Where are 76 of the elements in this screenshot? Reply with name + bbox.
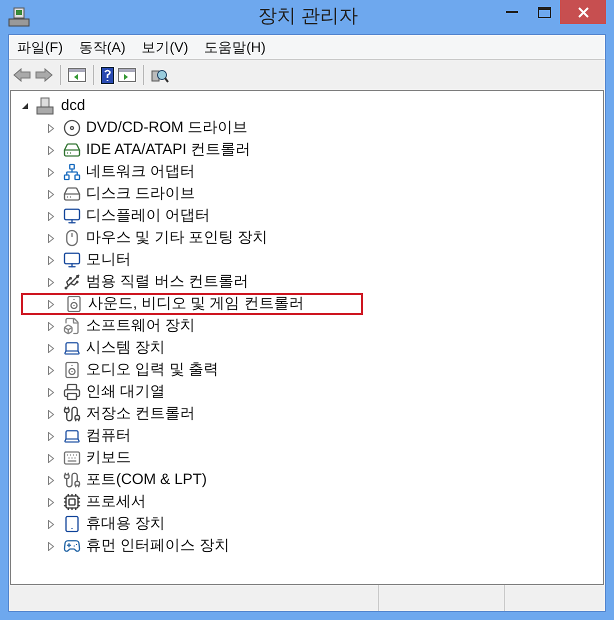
collapsed-arrow-icon[interactable] (47, 322, 55, 330)
collapsed-arrow-icon[interactable] (47, 366, 55, 374)
collapsed-arrow-icon[interactable] (47, 520, 55, 528)
speaker-icon (65, 295, 83, 313)
computer-icon[interactable] (8, 7, 30, 27)
tablet-icon (63, 515, 81, 533)
close-icon (578, 6, 588, 18)
collapsed-arrow-icon[interactable] (47, 300, 55, 308)
tree-item[interactable]: 소프트웨어 장치 (86, 314, 196, 338)
tree-item[interactable]: 디스크 드라이브 (86, 182, 196, 206)
collapsed-arrow-icon[interactable] (47, 212, 55, 220)
menu-item[interactable]: 파일(F) (17, 36, 63, 58)
tree-item[interactable]: 키보드 (86, 446, 131, 470)
collapsed-arrow-icon[interactable] (47, 410, 55, 418)
tree-item[interactable]: IDE ATA/ATAPI 컨트롤러 (86, 138, 251, 162)
window-title: 장치 관리자 (258, 4, 358, 29)
network-icon (63, 163, 81, 181)
tree-item[interactable]: dcd (61, 94, 86, 118)
tree-item[interactable]: 휴먼 인터페이스 장치 (86, 534, 230, 558)
usb-icon (63, 273, 81, 291)
tree-item[interactable]: 마우스 및 기타 포인팅 장치 (86, 226, 268, 250)
connector-icon (63, 405, 81, 423)
collapsed-arrow-icon[interactable] (47, 476, 55, 484)
tree-item[interactable]: 범용 직렬 버스 컨트롤러 (86, 270, 249, 294)
collapsed-arrow-icon[interactable] (47, 278, 55, 286)
connector-icon (63, 471, 81, 489)
tree-item[interactable]: 저장소 컨트롤러 (86, 402, 196, 426)
device-icon (63, 317, 81, 335)
mouse-icon (63, 229, 81, 247)
monitor-icon (63, 207, 81, 225)
collapsed-arrow-icon[interactable] (47, 498, 55, 506)
laptop-icon (63, 339, 81, 357)
drive-icon (63, 141, 81, 159)
collapsed-arrow-icon[interactable] (47, 542, 55, 550)
chip-icon (63, 493, 81, 511)
collapsed-arrow-icon[interactable] (47, 168, 55, 176)
tree-item[interactable]: DVD/CD-ROM 드라이브 (86, 116, 248, 140)
collapsed-arrow-icon[interactable] (47, 256, 55, 264)
panel-icon[interactable] (118, 68, 136, 82)
menu-item[interactable]: 보기(V) (142, 36, 188, 58)
collapsed-arrow-icon[interactable] (47, 234, 55, 242)
tree-item[interactable]: 모니터 (86, 248, 131, 272)
speaker-icon (63, 361, 81, 379)
tree-item[interactable]: 디스플레이 어댑터 (86, 204, 210, 228)
menu-item[interactable]: 도움말(H) (204, 36, 266, 58)
computer-icon (36, 97, 54, 115)
tree-item[interactable]: 사운드, 비디오 및 게임 컨트롤러 (88, 292, 304, 316)
gamepad-icon (63, 537, 81, 555)
monitor-icon (63, 251, 81, 269)
back-arrow-icon[interactable] (13, 68, 31, 82)
collapsed-arrow-icon[interactable] (47, 454, 55, 462)
collapsed-arrow-icon[interactable] (47, 124, 55, 132)
laptop-icon (63, 427, 81, 445)
printer-icon (63, 383, 81, 401)
collapsed-arrow-icon[interactable] (47, 344, 55, 352)
drive-icon (63, 185, 81, 203)
expanded-arrow-icon[interactable] (21, 102, 29, 110)
collapsed-arrow-icon[interactable] (47, 190, 55, 198)
tree-item[interactable]: 시스템 장치 (86, 336, 166, 360)
tree-item[interactable]: 오디오 입력 및 출력 (86, 358, 219, 382)
keyboard-icon (63, 449, 81, 467)
close-button[interactable] (560, 0, 606, 24)
collapsed-arrow-icon[interactable] (47, 388, 55, 396)
collapsed-arrow-icon[interactable] (47, 146, 55, 154)
tree-item[interactable]: 네트워크 어댑터 (86, 160, 196, 184)
panel-icon[interactable] (68, 68, 86, 82)
tree-item[interactable]: 휴대용 장치 (86, 512, 166, 536)
tree-item[interactable]: 포트(COM & LPT) (86, 468, 207, 492)
collapsed-arrow-icon[interactable] (47, 432, 55, 440)
disc-icon (63, 119, 81, 137)
tree-item[interactable]: 인쇄 대기열 (86, 380, 166, 404)
help-icon[interactable] (101, 66, 114, 84)
menu-item[interactable]: 동작(A) (78, 36, 126, 58)
forward-arrow-icon[interactable] (35, 68, 53, 82)
tree-item[interactable]: 프로세서 (86, 490, 146, 514)
tree-item[interactable]: 컴퓨터 (86, 424, 131, 448)
